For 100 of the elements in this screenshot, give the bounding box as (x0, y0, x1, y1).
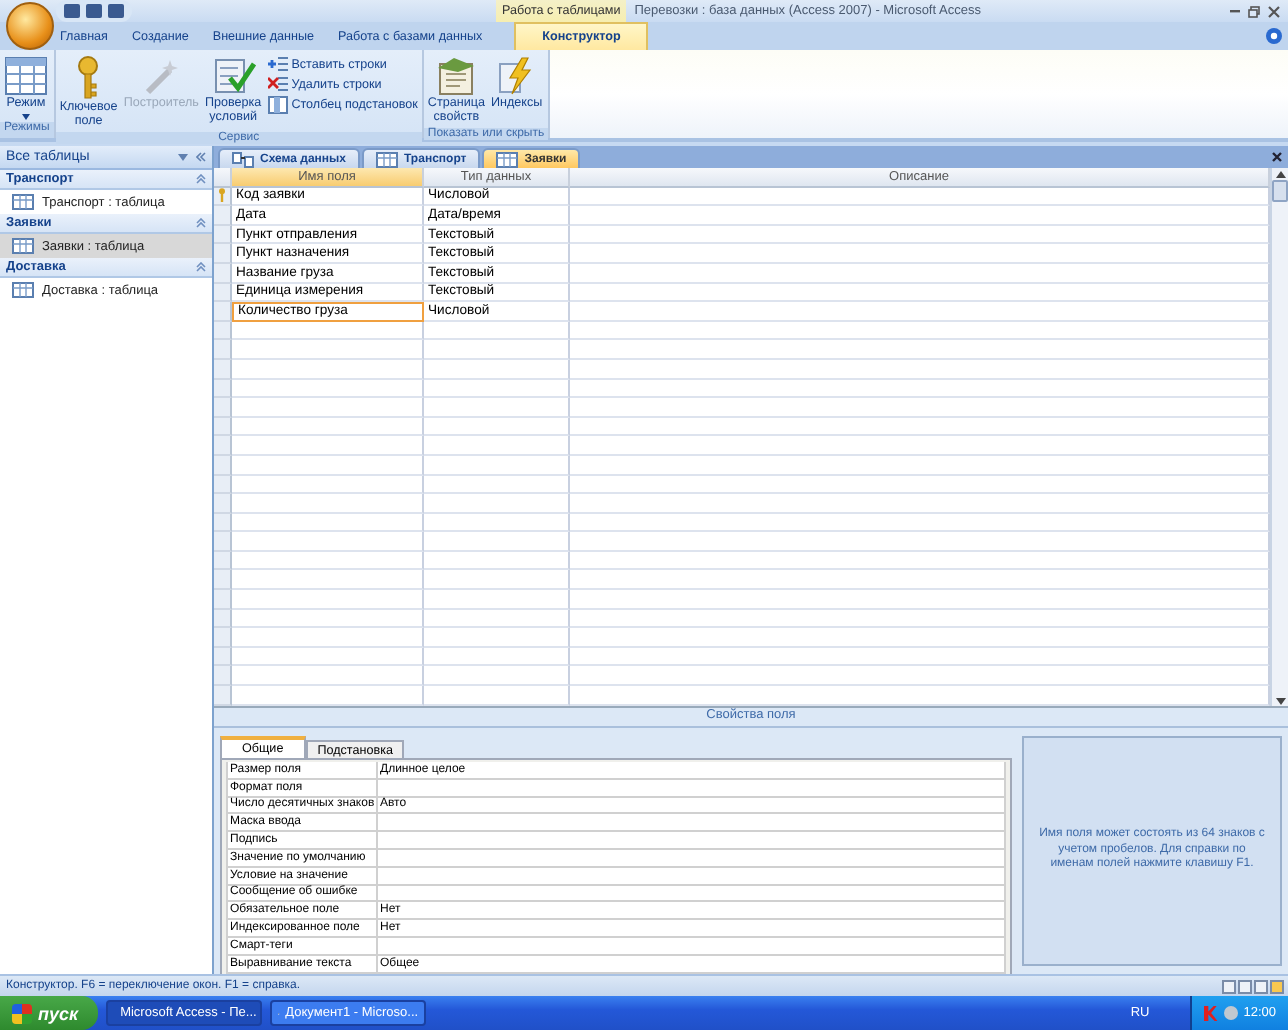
table-cell[interactable] (232, 436, 424, 456)
table-icon (12, 194, 34, 210)
table-icon (12, 238, 34, 254)
lookup-column-icon (267, 95, 288, 113)
table-cell[interactable] (232, 379, 424, 399)
table-cell[interactable] (570, 590, 1270, 610)
minimize-icon[interactable] (1230, 9, 1240, 13)
table-cell[interactable] (424, 590, 570, 610)
table-cell[interactable] (424, 379, 570, 399)
row-selector[interactable] (214, 359, 232, 380)
header-cell (214, 168, 232, 188)
table-cell[interactable] (424, 321, 570, 341)
table-cell[interactable] (570, 475, 1270, 495)
table-cell[interactable] (570, 321, 1270, 341)
row-selector[interactable] (214, 244, 232, 264)
description-cell[interactable] (570, 263, 1270, 284)
tray-icon[interactable] (1223, 1006, 1238, 1020)
antivirus-icon[interactable] (1203, 1005, 1218, 1021)
table-cell[interactable] (570, 398, 1270, 418)
description-cell[interactable] (570, 225, 1270, 245)
scrollbar-thumb[interactable] (1272, 180, 1288, 202)
table-cell[interactable] (570, 647, 1270, 667)
collapse-icon[interactable] (196, 152, 206, 162)
table-cell[interactable] (570, 628, 1270, 648)
property-sheet-icon (434, 56, 479, 96)
table-cell[interactable] (570, 666, 1270, 687)
row-selector[interactable] (214, 570, 232, 591)
row-selector[interactable] (214, 283, 232, 303)
table-cell[interactable] (424, 647, 570, 667)
description-cell[interactable] (570, 206, 1270, 226)
start-button[interactable]: пуск (0, 996, 99, 1030)
table-cell[interactable] (232, 321, 424, 341)
row-selector[interactable] (214, 206, 232, 226)
table-cell[interactable] (424, 417, 570, 437)
description-cell[interactable] (570, 302, 1270, 322)
close-icon[interactable] (1272, 152, 1282, 162)
table-cell[interactable] (232, 666, 424, 687)
table-cell[interactable] (424, 398, 570, 418)
restore-icon[interactable] (1248, 5, 1260, 17)
table-cell[interactable] (424, 436, 570, 456)
table-cell[interactable] (570, 686, 1270, 706)
table-cell[interactable] (424, 570, 570, 591)
row-selector[interactable] (214, 666, 232, 687)
insert-rows-icon (267, 56, 288, 72)
table-cell[interactable] (424, 513, 570, 533)
table-cell[interactable] (232, 532, 424, 552)
table-cell[interactable] (570, 455, 1270, 475)
table-cell[interactable] (232, 609, 424, 629)
table-cell[interactable] (570, 436, 1270, 456)
table-cell[interactable] (232, 628, 424, 648)
table-cell[interactable] (424, 359, 570, 380)
office-button[interactable] (6, 2, 54, 50)
collapse-icon[interactable] (196, 218, 206, 228)
table-icon (376, 151, 398, 167)
table-cell[interactable] (424, 455, 570, 475)
description-cell[interactable] (570, 283, 1270, 303)
close-icon[interactable] (1268, 5, 1280, 17)
table-cell[interactable] (424, 532, 570, 552)
row-selector[interactable] (214, 225, 232, 245)
row-selector[interactable] (214, 302, 232, 322)
collapse-icon[interactable] (196, 262, 206, 272)
table-cell[interactable] (232, 475, 424, 495)
table-cell[interactable] (232, 340, 424, 360)
table-cell[interactable] (232, 455, 424, 475)
description-cell[interactable] (570, 244, 1270, 264)
table-cell[interactable] (570, 417, 1270, 437)
dropdown-icon[interactable] (178, 153, 188, 161)
table-cell[interactable] (570, 359, 1270, 380)
table-cell[interactable] (232, 494, 424, 514)
table-cell[interactable] (570, 340, 1270, 360)
table-cell[interactable] (570, 551, 1270, 571)
table-cell[interactable] (232, 590, 424, 610)
help-icon[interactable] (1266, 28, 1282, 44)
table-cell[interactable] (232, 359, 424, 380)
table-cell[interactable] (232, 686, 424, 706)
table-cell[interactable] (232, 647, 424, 667)
table-cell[interactable] (424, 494, 570, 514)
table-cell[interactable] (232, 417, 424, 437)
table-cell[interactable] (424, 686, 570, 706)
table-cell[interactable] (232, 551, 424, 571)
table-cell[interactable] (424, 609, 570, 629)
table-cell[interactable] (570, 570, 1270, 591)
table-cell[interactable] (232, 570, 424, 591)
table-cell[interactable] (232, 398, 424, 418)
collapse-icon[interactable] (196, 174, 206, 184)
table-cell[interactable] (424, 666, 570, 687)
table-cell[interactable] (424, 475, 570, 495)
table-cell[interactable] (424, 628, 570, 648)
table-cell[interactable] (570, 532, 1270, 552)
row-selector[interactable] (214, 187, 232, 207)
table-cell[interactable] (570, 379, 1270, 399)
description-cell[interactable] (570, 187, 1270, 207)
table-cell[interactable] (570, 609, 1270, 629)
table-cell[interactable] (424, 551, 570, 571)
table-cell[interactable] (424, 340, 570, 360)
table-cell[interactable] (570, 494, 1270, 514)
row-selector[interactable] (214, 263, 232, 284)
table-cell[interactable] (570, 513, 1270, 533)
table-cell[interactable] (232, 513, 424, 533)
key-icon (218, 188, 226, 203)
